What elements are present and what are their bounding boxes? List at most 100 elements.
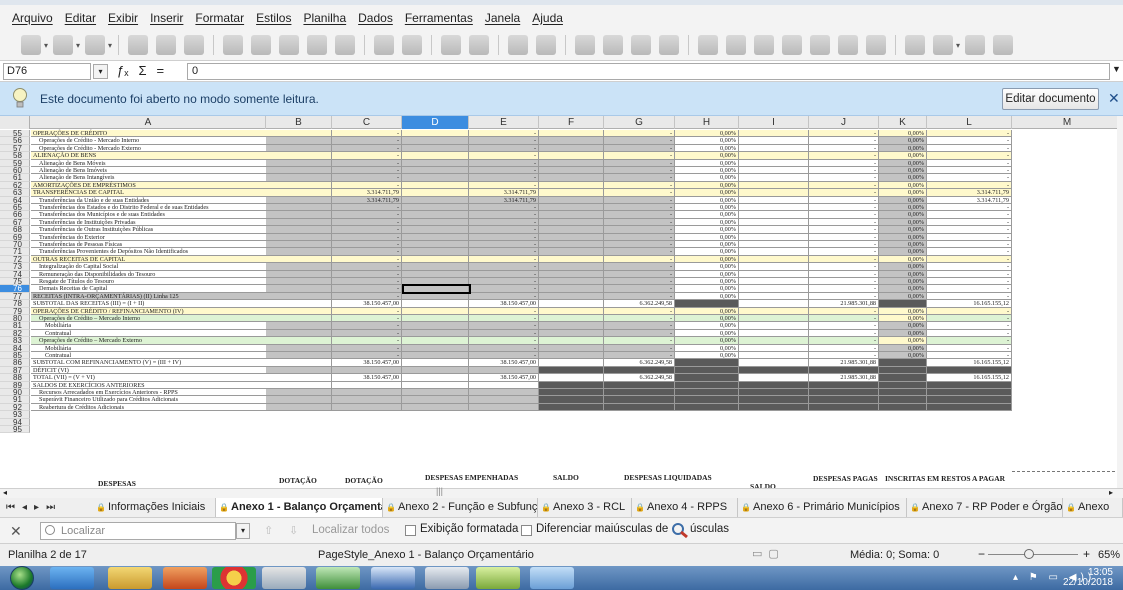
cell-h89[interactable] (675, 381, 739, 389)
cell-c78[interactable]: 38.150.457,00 (332, 300, 402, 308)
menu-estilos[interactable]: Estilos (250, 11, 297, 25)
cell-j79[interactable]: - (809, 307, 879, 315)
cell-b63[interactable] (266, 189, 332, 197)
cell-a74[interactable]: Remuneração das Disponibilidades do Teso… (31, 270, 266, 278)
split-window-icon[interactable] (965, 35, 986, 55)
cell-j64[interactable]: - (809, 196, 879, 204)
cell-h66[interactable]: 0,00% (675, 211, 739, 219)
cell-l56[interactable]: - (927, 137, 1012, 145)
cell-i69[interactable] (739, 233, 809, 241)
cell-b92[interactable] (266, 403, 332, 412)
headers-footers-icon[interactable] (866, 35, 887, 55)
cell-e70[interactable]: - (469, 241, 539, 249)
cell-c84[interactable]: - (332, 344, 402, 352)
cell-f62[interactable] (539, 181, 604, 190)
cell-f86[interactable] (539, 359, 604, 367)
photo-viewer-icon[interactable] (530, 567, 574, 589)
freeze-dropdown-icon[interactable]: ▾ (956, 41, 960, 50)
cell-c60[interactable]: - (332, 167, 402, 175)
cell-b58[interactable] (266, 152, 332, 160)
cell-k65[interactable]: 0,00% (879, 204, 927, 212)
cell-b61[interactable] (266, 174, 332, 182)
cell-e90[interactable] (469, 389, 539, 397)
cell-d55[interactable] (402, 130, 469, 138)
cell-g56[interactable]: - (604, 137, 675, 145)
cell-j55[interactable]: - (809, 130, 879, 138)
cell-e81[interactable]: - (469, 322, 539, 330)
cell-a64[interactable]: Transferências da União e de suas Entida… (31, 196, 266, 204)
cell-j92[interactable] (809, 403, 879, 412)
column-icon[interactable] (536, 35, 557, 55)
cell-l55[interactable]: - (927, 130, 1012, 138)
file-explorer-icon[interactable] (108, 567, 152, 589)
cell-k60[interactable]: 0,00% (879, 167, 927, 175)
cell-f78[interactable] (539, 300, 604, 308)
cell-l82[interactable]: - (927, 329, 1012, 338)
find-input[interactable]: Localizar (40, 522, 236, 540)
libreoffice-writer-icon[interactable] (371, 567, 415, 589)
cell-f91[interactable] (539, 396, 604, 404)
sheet-tab[interactable]: Anexo 7 - RP Poder e Órgão (907, 498, 1063, 517)
cell-k62[interactable]: 0,00% (879, 181, 927, 190)
cell-d57[interactable] (402, 144, 469, 153)
cell-k64[interactable]: 0,00% (879, 196, 927, 204)
cell-i63[interactable] (739, 189, 809, 197)
cell-f90[interactable] (539, 389, 604, 397)
cell-b62[interactable] (266, 181, 332, 190)
cell-d70[interactable] (402, 241, 469, 249)
cell-e60[interactable]: - (469, 167, 539, 175)
cell-f73[interactable] (539, 263, 604, 271)
cell-e71[interactable]: - (469, 248, 539, 256)
menu-ferramentas[interactable]: Ferramentas (399, 11, 479, 25)
cell-g74[interactable]: - (604, 270, 675, 278)
cell-d60[interactable] (402, 167, 469, 175)
copy-icon[interactable] (251, 35, 272, 55)
cell-k58[interactable]: 0,00% (879, 152, 927, 160)
cell-d83[interactable] (402, 337, 469, 345)
cell-i57[interactable] (739, 144, 809, 153)
cell-h70[interactable]: 0,00% (675, 241, 739, 249)
cell-g69[interactable]: - (604, 233, 675, 241)
cell-e82[interactable]: - (469, 329, 539, 338)
cell-l92[interactable] (927, 403, 1012, 412)
cell-b81[interactable] (266, 322, 332, 330)
cell-a72[interactable]: OUTRAS RECEITAS DE CAPITAL (31, 255, 266, 264)
cell-f80[interactable] (539, 315, 604, 323)
cell-a79[interactable]: OPERAÇÕES DE CRÉDITO / REFINANCIAMENTO (… (31, 307, 266, 315)
cell-l86[interactable]: 16.165.155,12 (927, 359, 1012, 367)
cell-j67[interactable]: - (809, 218, 879, 227)
cell-a78[interactable]: SUBTOTAL DAS RECEITAS (III) = (I + II) (31, 300, 266, 308)
cell-d87[interactable] (402, 366, 469, 375)
sheet-tab[interactable]: Anexo 4 - RPPS (632, 498, 738, 517)
cell-d73[interactable] (402, 263, 469, 271)
cell-d82[interactable] (402, 329, 469, 338)
cell-h83[interactable]: 0,00% (675, 337, 739, 345)
cell-c62[interactable]: - (332, 181, 402, 190)
cell-j86[interactable]: 21.985.301,88 (809, 359, 879, 367)
cell-i70[interactable] (739, 241, 809, 249)
cell-k80[interactable]: 0,00% (879, 315, 927, 323)
cell-k90[interactable] (879, 389, 927, 397)
column-header-d[interactable]: D (402, 116, 469, 129)
horizontal-scrollbar[interactable]: ◂ ||| ▸ (0, 486, 1123, 498)
cell-d81[interactable] (402, 322, 469, 330)
cell-e55[interactable]: - (469, 130, 539, 138)
sheet-tab[interactable]: Anexo 2 - Função e Subfunção (383, 498, 538, 517)
cell-e62[interactable]: - (469, 181, 539, 190)
find-history-dropdown-icon[interactable]: ▾ (236, 523, 250, 539)
cell-l91[interactable] (927, 396, 1012, 404)
cell-i90[interactable] (739, 389, 809, 397)
internet-explorer-icon[interactable] (50, 567, 94, 589)
cell-l80[interactable]: - (927, 315, 1012, 323)
cell-i72[interactable] (739, 255, 809, 264)
prev-tab-icon[interactable]: ◂ (22, 502, 34, 513)
cell-d67[interactable] (402, 218, 469, 227)
cell-l67[interactable]: - (927, 218, 1012, 227)
cell-d66[interactable] (402, 211, 469, 219)
cell-g88[interactable]: 6.362.249,58 (604, 374, 675, 382)
name-box[interactable]: D76 (3, 63, 91, 80)
cell-k56[interactable]: 0,00% (879, 137, 927, 145)
print-icon[interactable] (156, 35, 177, 55)
cell-l66[interactable]: - (927, 211, 1012, 219)
cell-d64[interactable] (402, 196, 469, 204)
